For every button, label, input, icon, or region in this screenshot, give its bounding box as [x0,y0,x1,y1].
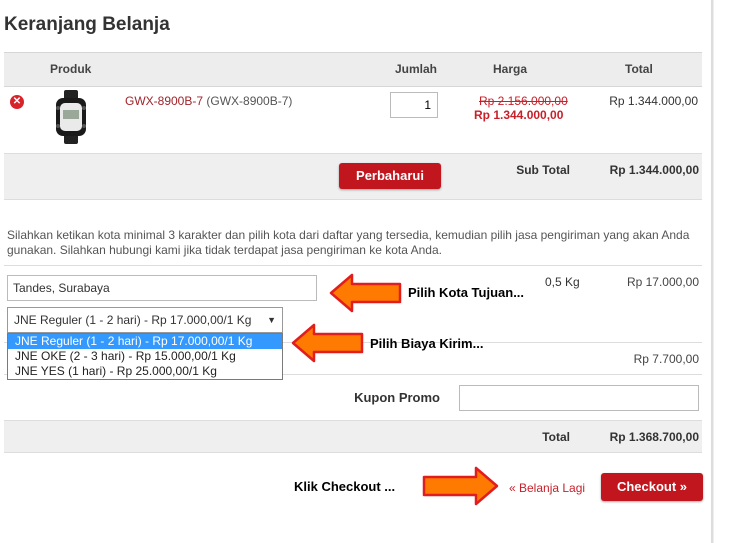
update-button[interactable]: Perbaharui [339,163,441,189]
select-value: JNE Reguler (1 - 2 hari) - Rp 17.000,00/… [14,313,252,327]
arrow-left-icon [291,323,364,363]
shipping-service-select[interactable]: JNE Reguler (1 - 2 hari) - Rp 17.000,00/… [7,307,283,333]
page-title: Keranjang Belanja [4,14,170,35]
chevron-down-icon: ▼ [267,315,276,325]
total-value: Rp 1.368.700,00 [609,430,699,444]
quantity-input[interactable] [390,92,438,118]
shipping-weight: 0,5 Kg [545,275,580,289]
subtotal-value: Rp 1.344.000,00 [609,163,699,177]
annotation-service: Pilih Biaya Kirim... [370,336,484,351]
discount-price: Rp 1.344.000,00 [474,108,564,122]
annotation-city: Pilih Kota Tujuan... [408,285,525,300]
page-right-border-shadow [713,0,714,543]
column-qty: Jumlah [395,62,438,76]
promo-label: Kupon Promo [354,390,440,405]
promo-input[interactable] [459,385,699,411]
product-name: GWX-8900B-7 (GWX-8900B-7) [125,94,292,108]
divider [4,265,702,266]
checkout-button[interactable]: Checkout » [601,473,703,501]
subtotal-label: Sub Total [516,163,570,177]
total-label: Total [542,430,570,444]
arrow-left-icon [329,273,402,313]
column-total: Total [625,62,653,76]
column-product: Produk [50,62,92,76]
row-total: Rp 1.344.000,00 [609,94,698,108]
dropdown-option[interactable]: JNE YES (1 hari) - Rp 25.000,00/1 Kg [8,364,282,379]
dropdown-option[interactable]: JNE Reguler (1 - 2 hari) - Rp 17.000,00/… [8,334,282,349]
shipping-cost: Rp 17.000,00 [626,275,699,289]
city-input[interactable] [7,275,317,301]
original-price: Rp 2.156.000,00 [479,94,568,108]
arrow-right-icon [422,466,499,506]
hidden-row-value: Rp 7.700,00 [633,352,699,366]
product-code: (GWX-8900B-7) [206,94,293,108]
column-price: Harga [493,62,528,76]
dropdown-option[interactable]: JNE OKE (2 - 3 hari) - Rp 15.000,00/1 Kg [8,349,282,364]
annotation-checkout: Klik Checkout ... [294,479,396,494]
remove-item-icon[interactable]: ✕ [10,95,24,109]
product-thumbnail[interactable] [50,90,92,144]
shipping-instructions: Silahkan ketikan kota minimal 3 karakter… [7,228,690,257]
cart-table-header: Produk Jumlah Harga Total [4,52,702,87]
product-link[interactable]: GWX-8900B-7 [125,94,203,108]
shipping-service-dropdown[interactable]: JNE Reguler (1 - 2 hari) - Rp 17.000,00/… [7,333,283,380]
continue-shopping-link[interactable]: « Belanja Lagi [509,481,585,495]
